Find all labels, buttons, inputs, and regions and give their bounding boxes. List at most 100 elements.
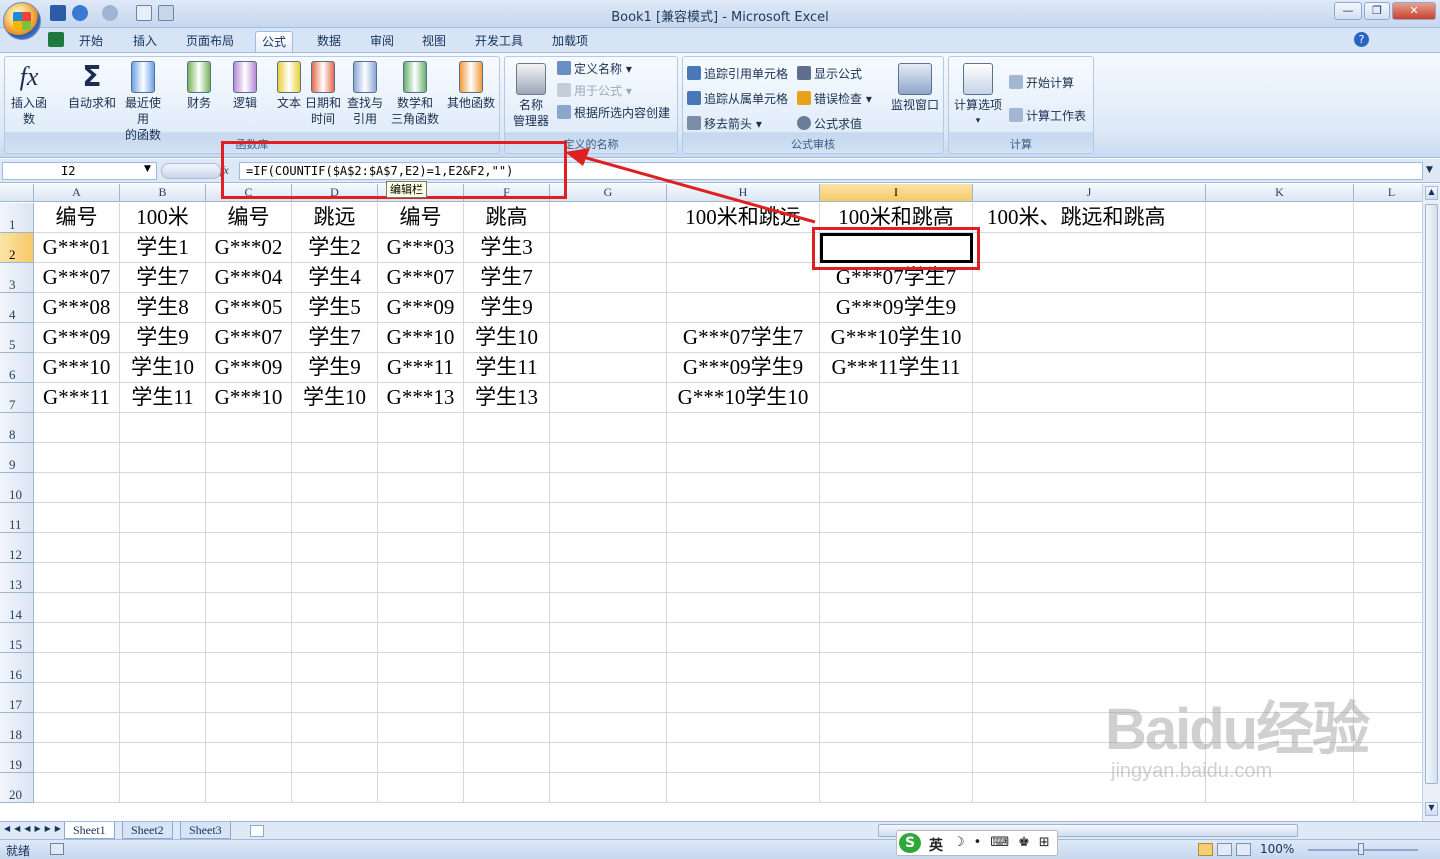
tab-home[interactable]: 开始 <box>73 31 109 52</box>
cell-e14[interactable] <box>378 593 464 623</box>
cell-i9[interactable] <box>820 443 973 473</box>
cell-b18[interactable] <box>120 713 206 743</box>
cell-b15[interactable] <box>120 623 206 653</box>
cell-f10[interactable] <box>464 473 550 503</box>
cell-d1[interactable]: 跳远 <box>292 203 378 233</box>
cell-f9[interactable] <box>464 443 550 473</box>
cell-j8[interactable] <box>973 413 1206 443</box>
cell-l8[interactable] <box>1354 413 1422 443</box>
cell-h8[interactable] <box>667 413 820 443</box>
cell-h18[interactable] <box>667 713 820 743</box>
scroll-down-icon[interactable]: ▼ <box>1425 802 1438 816</box>
tab-developer[interactable]: 开发工具 <box>469 31 529 52</box>
cell-a16[interactable] <box>34 653 120 683</box>
cell-d17[interactable] <box>292 683 378 713</box>
minimize-button[interactable]: — <box>1334 2 1362 20</box>
cell-k12[interactable] <box>1206 533 1354 563</box>
column-header-l[interactable]: L <box>1354 184 1422 202</box>
restore-button[interactable]: ❐ <box>1364 2 1390 20</box>
tab-view[interactable]: 视图 <box>416 31 452 52</box>
expand-formula-icon[interactable]: ▼ <box>1426 165 1433 175</box>
cell-a14[interactable] <box>34 593 120 623</box>
cell-j11[interactable] <box>973 503 1206 533</box>
cell-h5[interactable]: G***07学生7 <box>667 323 820 353</box>
tab-addins[interactable]: 加载项 <box>546 31 594 52</box>
cell-l5[interactable] <box>1354 323 1422 353</box>
function-button-0[interactable]: fx 插入函数 <box>7 61 51 127</box>
cell-l4[interactable] <box>1354 293 1422 323</box>
cell-b2[interactable]: 学生1 <box>120 233 206 263</box>
close-button[interactable]: ✕ <box>1392 2 1436 20</box>
cell-k11[interactable] <box>1206 503 1354 533</box>
cell-h15[interactable] <box>667 623 820 653</box>
cell-c11[interactable] <box>206 503 292 533</box>
cell-k1[interactable] <box>1206 203 1354 233</box>
macro-record-icon[interactable] <box>50 843 64 855</box>
watch-window-button[interactable]: 监视窗口 <box>887 63 943 113</box>
cell-g2[interactable] <box>550 233 667 263</box>
cell-f12[interactable] <box>464 533 550 563</box>
cell-c7[interactable]: G***10 <box>206 383 292 413</box>
cell-h2[interactable] <box>667 233 820 263</box>
cell-l7[interactable] <box>1354 383 1422 413</box>
cell-l15[interactable] <box>1354 623 1422 653</box>
cell-d9[interactable] <box>292 443 378 473</box>
select-all-corner[interactable] <box>0 184 34 202</box>
cell-g20[interactable] <box>550 773 667 803</box>
cell-f19[interactable] <box>464 743 550 773</box>
cell-j15[interactable] <box>973 623 1206 653</box>
row-header[interactable]: 8 <box>0 413 34 443</box>
cell-c19[interactable] <box>206 743 292 773</box>
row-header[interactable]: 3 <box>0 263 34 293</box>
column-header-b[interactable]: B <box>120 184 206 202</box>
cell-i14[interactable] <box>820 593 973 623</box>
remove-arrows-button[interactable]: 移去箭头 ▾ <box>687 114 762 134</box>
cell-l6[interactable] <box>1354 353 1422 383</box>
cell-a5[interactable]: G***09 <box>34 323 120 353</box>
sheet-tab-sheet3[interactable]: Sheet3 <box>180 822 231 839</box>
row-header[interactable]: 9 <box>0 443 34 473</box>
cell-d10[interactable] <box>292 473 378 503</box>
cell-j10[interactable] <box>973 473 1206 503</box>
cell-d18[interactable] <box>292 713 378 743</box>
cell-h13[interactable] <box>667 563 820 593</box>
cell-g14[interactable] <box>550 593 667 623</box>
scroll-thumb[interactable] <box>1425 204 1438 784</box>
cell-e12[interactable] <box>378 533 464 563</box>
function-button-7[interactable]: 查找与 引用 <box>343 61 387 127</box>
cell-e7[interactable]: G***13 <box>378 383 464 413</box>
cell-i18[interactable] <box>820 713 973 743</box>
normal-view-icon[interactable] <box>1198 843 1213 856</box>
cell-c16[interactable] <box>206 653 292 683</box>
cell-g4[interactable] <box>550 293 667 323</box>
cell-d15[interactable] <box>292 623 378 653</box>
cell-i13[interactable] <box>820 563 973 593</box>
cell-l3[interactable] <box>1354 263 1422 293</box>
cell-c20[interactable] <box>206 773 292 803</box>
cell-f13[interactable] <box>464 563 550 593</box>
cell-g8[interactable] <box>550 413 667 443</box>
cell-g18[interactable] <box>550 713 667 743</box>
tab-review[interactable]: 审阅 <box>364 31 400 52</box>
function-button-4[interactable]: 逻辑 <box>223 61 267 111</box>
cell-b4[interactable]: 学生8 <box>120 293 206 323</box>
cell-b7[interactable]: 学生11 <box>120 383 206 413</box>
cell-a17[interactable] <box>34 683 120 713</box>
cell-b1[interactable]: 100米 <box>120 203 206 233</box>
cell-a13[interactable] <box>34 563 120 593</box>
column-header-a[interactable]: A <box>34 184 120 202</box>
cell-d11[interactable] <box>292 503 378 533</box>
cell-g6[interactable] <box>550 353 667 383</box>
cell-b19[interactable] <box>120 743 206 773</box>
row-header[interactable]: 14 <box>0 593 34 623</box>
cell-b10[interactable] <box>120 473 206 503</box>
cell-j1[interactable]: 100米、跳远和跳高 <box>973 203 1206 233</box>
row-header[interactable]: 17 <box>0 683 34 713</box>
cell-f3[interactable]: 学生7 <box>464 263 550 293</box>
cell-c3[interactable]: G***04 <box>206 263 292 293</box>
tab-page-layout[interactable]: 页面布局 <box>180 31 240 52</box>
cell-j5[interactable] <box>973 323 1206 353</box>
tab-data[interactable]: 数据 <box>311 31 347 52</box>
cell-c4[interactable]: G***05 <box>206 293 292 323</box>
cell-g5[interactable] <box>550 323 667 353</box>
